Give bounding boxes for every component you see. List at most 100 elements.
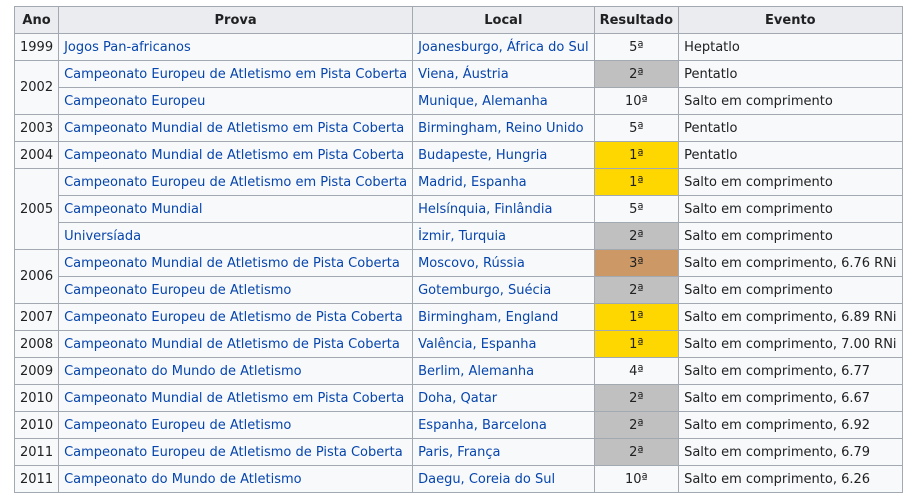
header-local: Local xyxy=(412,6,595,34)
event-cell: Salto em comprimento, 7.00 RNi xyxy=(678,330,903,358)
result-cell: 1ª xyxy=(593,330,680,358)
venue-link[interactable]: Doha, Qatar xyxy=(412,384,595,412)
venue-link[interactable]: Birmingham, England xyxy=(412,303,595,331)
result-cell: 5ª xyxy=(593,114,680,142)
venue-link[interactable]: İzmir, Turquia xyxy=(412,222,595,250)
header-ano: Ano xyxy=(13,6,60,34)
header-row: Ano Prova Local Resultado Evento xyxy=(13,6,903,34)
event-cell: Salto em comprimento xyxy=(678,276,903,304)
venue-link[interactable]: Birmingham, Reino Unido xyxy=(412,114,595,142)
result-cell: 2ª xyxy=(593,411,680,439)
table-row: 1999 Jogos Pan-africanos Joanesburgo, Áf… xyxy=(13,33,903,61)
venue-link[interactable]: Budapeste, Hungria xyxy=(412,141,595,169)
event-cell: Salto em comprimento, 6.89 RNi xyxy=(678,303,903,331)
venue-link[interactable]: Madrid, Espanha xyxy=(412,168,595,196)
venue-link[interactable]: Joanesburgo, África do Sul xyxy=(412,33,595,61)
event-cell: Salto em comprimento, 6.77 xyxy=(678,357,903,385)
event-cell: Salto em comprimento xyxy=(678,87,903,115)
event-cell: Salto em comprimento, 6.92 xyxy=(678,411,903,439)
event-cell: Heptatlo xyxy=(678,33,903,61)
result-cell: 2ª xyxy=(593,60,680,88)
year-cell: 2006 xyxy=(13,249,60,304)
year-cell: 2007 xyxy=(13,303,60,331)
competition-link[interactable]: Campeonato Europeu de Atletismo de Pista… xyxy=(58,303,414,331)
year-cell: 2010 xyxy=(13,384,60,412)
year-cell: 2011 xyxy=(13,438,60,466)
result-cell: 1ª xyxy=(593,303,680,331)
header-resultado: Resultado xyxy=(593,6,680,34)
year-cell: 2004 xyxy=(13,141,60,169)
result-cell: 3ª xyxy=(593,249,680,277)
venue-link[interactable]: Helsínquia, Finlândia xyxy=(412,195,595,223)
result-cell: 2ª xyxy=(593,384,680,412)
table-row: 2006 Campeonato Mundial de Atletismo de … xyxy=(13,249,903,304)
year-cell: 2002 xyxy=(13,60,60,115)
table-row: 2007 Campeonato Europeu de Atletismo de … xyxy=(13,303,903,331)
venue-link[interactable]: Espanha, Barcelona xyxy=(412,411,595,439)
competition-link[interactable]: Universíada xyxy=(58,222,414,250)
result-cell: 2ª xyxy=(593,222,680,250)
year-cell: 2009 xyxy=(13,357,60,385)
table-row: Campeonato Mundial Helsínquia, Finlândia… xyxy=(15,195,903,223)
result-cell: 2ª xyxy=(593,276,680,304)
competition-link[interactable]: Campeonato Mundial de Atletismo de Pista… xyxy=(58,249,414,277)
competition-link[interactable]: Campeonato Europeu de Atletismo xyxy=(58,411,414,439)
competition-link[interactable]: Campeonato Mundial xyxy=(58,195,414,223)
event-cell: Salto em comprimento, 6.76 RNi xyxy=(678,249,903,277)
event-cell: Salto em comprimento xyxy=(678,222,903,250)
competition-link[interactable]: Campeonato Europeu de Atletismo de Pista… xyxy=(58,438,414,466)
venue-link[interactable]: Valência, Espanha xyxy=(412,330,595,358)
venue-link[interactable]: Moscovo, Rússia xyxy=(412,249,595,277)
competition-link[interactable]: Campeonato Mundial de Atletismo em Pista… xyxy=(58,114,414,142)
table-row: 2009 Campeonato do Mundo de Atletismo Be… xyxy=(13,357,903,385)
table-row: 2011 Campeonato Europeu de Atletismo de … xyxy=(13,438,903,466)
competition-link[interactable]: Campeonato Mundial de Atletismo de Pista… xyxy=(58,330,414,358)
table-row: 2008 Campeonato Mundial de Atletismo de … xyxy=(13,330,903,358)
venue-link[interactable]: Berlim, Alemanha xyxy=(412,357,595,385)
result-cell: 10ª xyxy=(593,87,680,115)
event-cell: Pentatlo xyxy=(678,114,903,142)
year-cell: 2005 xyxy=(13,168,60,250)
table-row: 2005 Campeonato Europeu de Atletismo em … xyxy=(13,168,903,250)
result-cell: 4ª xyxy=(593,357,680,385)
result-cell: 10ª xyxy=(593,465,680,493)
year-cell: 2003 xyxy=(13,114,60,142)
venue-link[interactable]: Daegu, Coreia do Sul xyxy=(412,465,595,493)
header-evento: Evento xyxy=(678,6,903,34)
result-cell: 1ª xyxy=(593,141,680,169)
event-cell: Salto em comprimento, 6.67 xyxy=(678,384,903,412)
result-cell: 5ª xyxy=(593,195,680,223)
table-row: Universíada İzmir, Turquia 2ª Salto em c… xyxy=(15,222,903,250)
year-cell: 1999 xyxy=(13,33,60,61)
competition-link[interactable]: Campeonato do Mundo de Atletismo xyxy=(58,357,414,385)
result-cell: 2ª xyxy=(593,438,680,466)
competition-link[interactable]: Jogos Pan-africanos xyxy=(58,33,414,61)
competition-link[interactable]: Campeonato Europeu de Atletismo em Pista… xyxy=(58,168,414,196)
event-cell: Salto em comprimento xyxy=(678,195,903,223)
table-row: 2010 Campeonato Mundial de Atletismo em … xyxy=(13,384,903,412)
competition-link[interactable]: Campeonato do Mundo de Atletismo xyxy=(58,465,414,493)
event-cell: Salto em comprimento, 6.79 xyxy=(678,438,903,466)
venue-link[interactable]: Munique, Alemanha xyxy=(412,87,595,115)
competition-link[interactable]: Campeonato Europeu xyxy=(58,87,414,115)
venue-link[interactable]: Viena, Áustria xyxy=(412,60,595,88)
table-row: Campeonato Europeu Munique, Alemanha 10ª… xyxy=(15,87,903,115)
venue-link[interactable]: Gotemburgo, Suécia xyxy=(412,276,595,304)
competition-link[interactable]: Campeonato Mundial de Atletismo em Pista… xyxy=(58,384,414,412)
table-row: 2003 Campeonato Mundial de Atletismo em … xyxy=(13,114,903,142)
competition-link[interactable]: Campeonato Mundial de Atletismo em Pista… xyxy=(58,141,414,169)
year-cell: 2008 xyxy=(13,330,60,358)
venue-link[interactable]: Paris, França xyxy=(412,438,595,466)
table-row: 2010 Campeonato Europeu de Atletismo Esp… xyxy=(13,411,903,439)
table-row: 2004 Campeonato Mundial de Atletismo em … xyxy=(13,141,903,169)
event-cell: Salto em comprimento, 6.26 xyxy=(678,465,903,493)
header-prova: Prova xyxy=(58,6,414,34)
result-cell: 5ª xyxy=(593,33,680,61)
event-cell: Salto em comprimento xyxy=(678,168,903,196)
event-cell: Pentatlo xyxy=(678,60,903,88)
event-cell: Pentatlo xyxy=(678,141,903,169)
competition-link[interactable]: Campeonato Europeu de Atletismo xyxy=(58,276,414,304)
year-cell: 2011 xyxy=(13,465,60,493)
competition-link[interactable]: Campeonato Europeu de Atletismo em Pista… xyxy=(58,60,414,88)
table-row: Campeonato Europeu de Atletismo Gotembur… xyxy=(15,276,903,304)
